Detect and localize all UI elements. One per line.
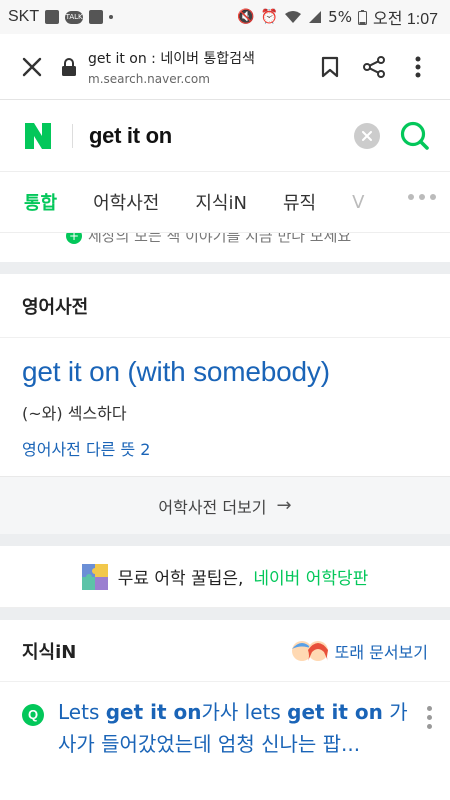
kin-header: 지식iN 또래 문서보기	[0, 620, 450, 682]
mute-icon: 🔇	[237, 9, 255, 25]
bookmark-icon	[321, 56, 339, 77]
search-tabs: 통합 어학사전 지식iN 뮤직 V	[0, 172, 450, 232]
share-icon	[363, 55, 385, 78]
peer-documents-link[interactable]: 또래 문서보기	[291, 639, 428, 663]
wifi-icon	[285, 11, 302, 23]
tab-kin[interactable]: 지식iN	[195, 189, 247, 215]
kakaotalk-icon: TALK	[65, 10, 84, 24]
peer-documents-label: 또래 문서보기	[334, 642, 428, 662]
other-meanings-link[interactable]: 영어사전 다른 뜻 2	[22, 436, 428, 460]
gallery-icon	[89, 10, 104, 24]
search-input[interactable]: get it on	[89, 123, 354, 149]
notification-alert-icon	[45, 10, 60, 24]
entry-headword-link[interactable]: get it on (with somebody)	[22, 356, 428, 388]
dictionary-entry: get it on (with somebody) (~와) 섹스하다 영어사전…	[0, 338, 450, 476]
entry-meaning: (~와) 섹스하다	[22, 404, 127, 423]
dot	[427, 715, 432, 720]
status-bar: SKT TALK 🔇 ⏰ 5% 오전 1:07	[0, 0, 450, 34]
dot	[427, 724, 432, 729]
battery-percent: 5%	[328, 8, 352, 26]
dot	[430, 194, 436, 200]
tab-dictionary[interactable]: 어학사전	[93, 189, 159, 215]
question-badge-icon: Q	[22, 704, 44, 726]
tab-all[interactable]: 통합	[24, 189, 57, 215]
browser-toolbar: get it on : 네이버 통합검색 m.search.naver.com	[0, 34, 450, 100]
title-part: 가사 lets	[201, 700, 288, 724]
clipped-text: 세상의 모든 책 이야기를 지금 만나 보세요	[88, 232, 352, 245]
close-tab-button[interactable]	[10, 45, 54, 89]
lock-icon	[62, 57, 76, 76]
share-button[interactable]	[352, 45, 396, 89]
battery-icon	[357, 9, 367, 25]
kin-section: 지식iN 또래 문서보기 Q Lets get it on가사 lets get…	[0, 620, 450, 760]
naver-logo[interactable]	[22, 120, 54, 152]
dictionary-card: 영어사전 get it on (with somebody) (~와) 섹스하다…	[0, 274, 450, 534]
more-dictionary-button[interactable]: 어학사전 더보기 →	[0, 476, 450, 534]
page-host: m.search.naver.com	[88, 71, 210, 86]
puzzle-icon	[81, 563, 108, 590]
kin-question-title[interactable]: Lets get it on가사 lets get it on 가사가 들어갔었…	[58, 696, 410, 760]
dot	[408, 194, 414, 200]
search-button[interactable]	[398, 119, 432, 153]
carrier-label: SKT	[8, 8, 40, 25]
title-highlight: get it on	[105, 700, 202, 724]
more-notifications-icon	[109, 15, 114, 19]
dot	[419, 194, 425, 200]
section-gap	[0, 262, 450, 274]
tip-link[interactable]: 네이버 어학당판	[253, 564, 368, 589]
title-part: Lets	[58, 700, 106, 724]
section-gap	[0, 534, 450, 546]
section-gap	[0, 608, 450, 620]
browser-menu-button[interactable]	[396, 45, 440, 89]
dictionary-section-title: 영어사전	[0, 274, 450, 338]
language-tip-banner[interactable]: 무료 어학 꿀팁은, 네이버 어학당판	[0, 546, 450, 608]
tab-music[interactable]: 뮤직	[283, 189, 316, 215]
alarm-icon: ⏰	[260, 9, 279, 25]
title-highlight: get it on	[287, 700, 383, 724]
close-icon	[362, 130, 372, 141]
search-icon	[400, 121, 429, 150]
tab-video[interactable]: V	[352, 192, 366, 213]
signal-icon	[309, 11, 322, 23]
close-icon	[22, 57, 42, 76]
tip-prefix: 무료 어학 꿀팁은,	[117, 569, 244, 589]
more-tabs-button[interactable]	[408, 194, 436, 200]
item-menu-button[interactable]	[427, 706, 432, 729]
kin-question-item[interactable]: Q Lets get it on가사 lets get it on 가사가 들어…	[0, 682, 450, 760]
more-dictionary-label: 어학사전 더보기	[158, 497, 267, 517]
page-title: get it on : 네이버 통합검색	[88, 50, 255, 67]
clear-search-button[interactable]	[354, 122, 380, 149]
search-header: get it on	[0, 100, 450, 172]
divider	[72, 123, 73, 148]
kin-section-title: 지식iN	[22, 641, 77, 663]
naver-n-icon	[25, 122, 51, 149]
dot	[427, 706, 432, 711]
address-bar[interactable]: get it on : 네이버 통합검색 m.search.naver.com	[54, 48, 308, 86]
peer-avatars-icon	[291, 640, 329, 662]
clipped-previous-section: + 세상의 모든 책 이야기를 지금 만나 보세요	[0, 232, 450, 262]
clock: 오전 1:07	[372, 11, 438, 28]
arrow-right-icon: →	[276, 495, 292, 516]
bookmark-button[interactable]	[308, 45, 352, 89]
plus-icon: +	[66, 233, 82, 244]
more-vertical-icon	[415, 56, 421, 77]
